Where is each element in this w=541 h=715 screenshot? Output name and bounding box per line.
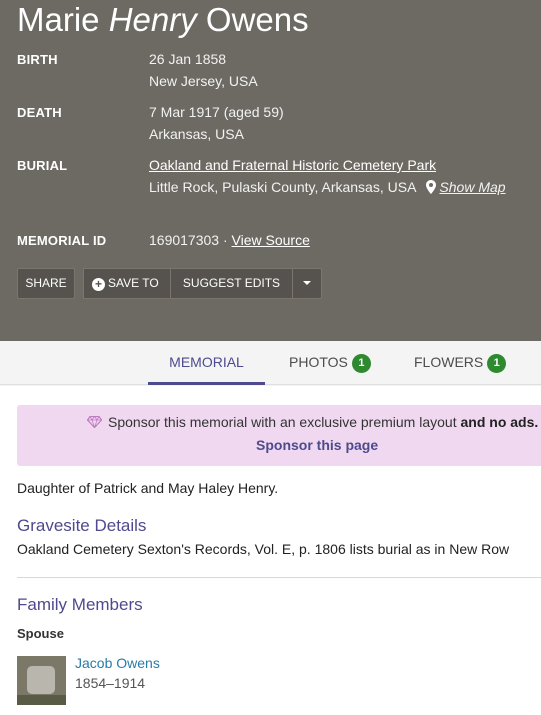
tab-photos[interactable]: PHOTOS 1: [289, 341, 371, 385]
last-name: Owens: [205, 1, 309, 38]
sponsor-text-bold: and no ads.: [460, 414, 539, 430]
suggest-edits-button[interactable]: SUGGEST EDITS: [171, 269, 293, 298]
tab-photos-label: PHOTOS: [289, 354, 348, 370]
death-place: Arkansas, USA: [149, 126, 244, 142]
gravesite-text: Oakland Cemetery Sexton's Records, Vol. …: [17, 541, 510, 557]
gravesite-heading: Gravesite Details: [17, 516, 147, 535]
tab-flowers-label: FLOWERS: [414, 354, 484, 370]
headstone-image: [27, 666, 55, 694]
show-map-link[interactable]: Show Map: [439, 179, 505, 195]
memorial-header: Marie Henry Owens BIRTH 26 Jan 1858 New …: [0, 0, 541, 341]
sponsor-text: Sponsor this memorial with an exclusive …: [87, 414, 538, 430]
burial-place-text: Little Rock, Pulaski County, Arkansas, U…: [149, 179, 416, 195]
family-heading: Family Members: [17, 595, 143, 614]
spouse-dates: 1854–1914: [75, 675, 146, 691]
share-button[interactable]: SHARE: [17, 268, 75, 299]
id-separator: ·: [219, 232, 232, 248]
sponsor-link[interactable]: Sponsor this page: [256, 437, 378, 453]
caret-down-icon: [303, 281, 311, 285]
spouse-name-link[interactable]: Jacob Owens: [75, 655, 160, 671]
birth-date: 26 Jan 1858: [149, 51, 227, 67]
memorial-id-value: 169017303: [149, 232, 220, 248]
tab-memorial[interactable]: MEMORIAL: [148, 341, 265, 385]
photos-count-badge: 1: [351, 354, 371, 373]
flowers-count-badge: 1: [487, 354, 507, 373]
save-to-button[interactable]: + SAVE TO: [84, 269, 171, 298]
view-source-link[interactable]: View Source: [232, 232, 310, 248]
section-divider: [17, 577, 541, 578]
map-pin-icon[interactable]: [425, 180, 436, 194]
cemetery-link[interactable]: Oakland and Fraternal Historic Cemetery …: [149, 154, 436, 176]
death-date: 7 Mar 1917 (aged 59): [149, 104, 284, 120]
sponsor-banner: Sponsor this memorial with an exclusive …: [17, 405, 541, 466]
memorial-content: Sponsor this memorial with an exclusive …: [0, 386, 541, 715]
burial-place: Little Rock, Pulaski County, Arkansas, U…: [149, 176, 506, 198]
sponsor-text-main: Sponsor this memorial with an exclusive …: [108, 414, 457, 430]
birth-place: New Jersey, USA: [149, 73, 258, 89]
person-name: Marie Henry Owens: [17, 0, 309, 40]
diamond-icon: [87, 416, 102, 428]
bio-text: Daughter of Patrick and May Haley Henry.: [17, 480, 279, 496]
death-label: DEATH: [17, 105, 62, 120]
memorial-id: 169017303 · View Source: [149, 229, 310, 251]
burial-label: BURIAL: [17, 158, 68, 173]
memorial-tabs: MEMORIAL PHOTOS 1 FLOWERS 1: [0, 341, 541, 385]
save-to-label: SAVE TO: [108, 276, 159, 290]
tab-flowers[interactable]: FLOWERS 1: [414, 341, 507, 385]
grass-image: [17, 695, 66, 705]
first-name: Marie: [17, 1, 100, 38]
birth-label: BIRTH: [17, 52, 58, 67]
spouse-label: Spouse: [17, 626, 64, 641]
spouse-photo[interactable]: [17, 656, 66, 705]
plus-circle-icon: +: [92, 278, 105, 291]
more-options-button[interactable]: [293, 269, 321, 298]
edit-button-group: + SAVE TO SUGGEST EDITS: [83, 268, 322, 299]
middle-name: Henry: [108, 1, 197, 38]
memorial-id-label: MEMORIAL ID: [17, 233, 107, 248]
